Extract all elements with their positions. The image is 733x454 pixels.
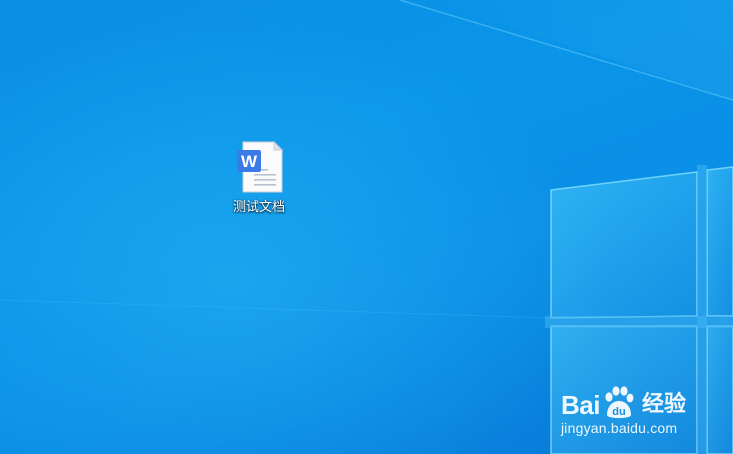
desktop[interactable]: W 测试文档 Bai du du 经验 jingyan.baidu.com	[0, 0, 733, 454]
watermark-url: jingyan.baidu.com	[561, 420, 678, 436]
watermark-brand-left: Bai	[561, 390, 600, 420]
svg-text:du: du	[612, 406, 625, 418]
word-badge-letter: W	[241, 152, 258, 171]
baidu-jingyan-watermark: Bai du du 经验 jingyan.baidu.com	[561, 372, 701, 442]
watermark-brand-cn: 经验	[641, 392, 686, 417]
word-document-icon: W	[234, 138, 284, 196]
desktop-icon-test-document[interactable]: W 测试文档	[222, 138, 296, 222]
baidu-paw-icon: du	[605, 386, 634, 418]
desktop-icon-label: 测试文档	[232, 199, 285, 214]
